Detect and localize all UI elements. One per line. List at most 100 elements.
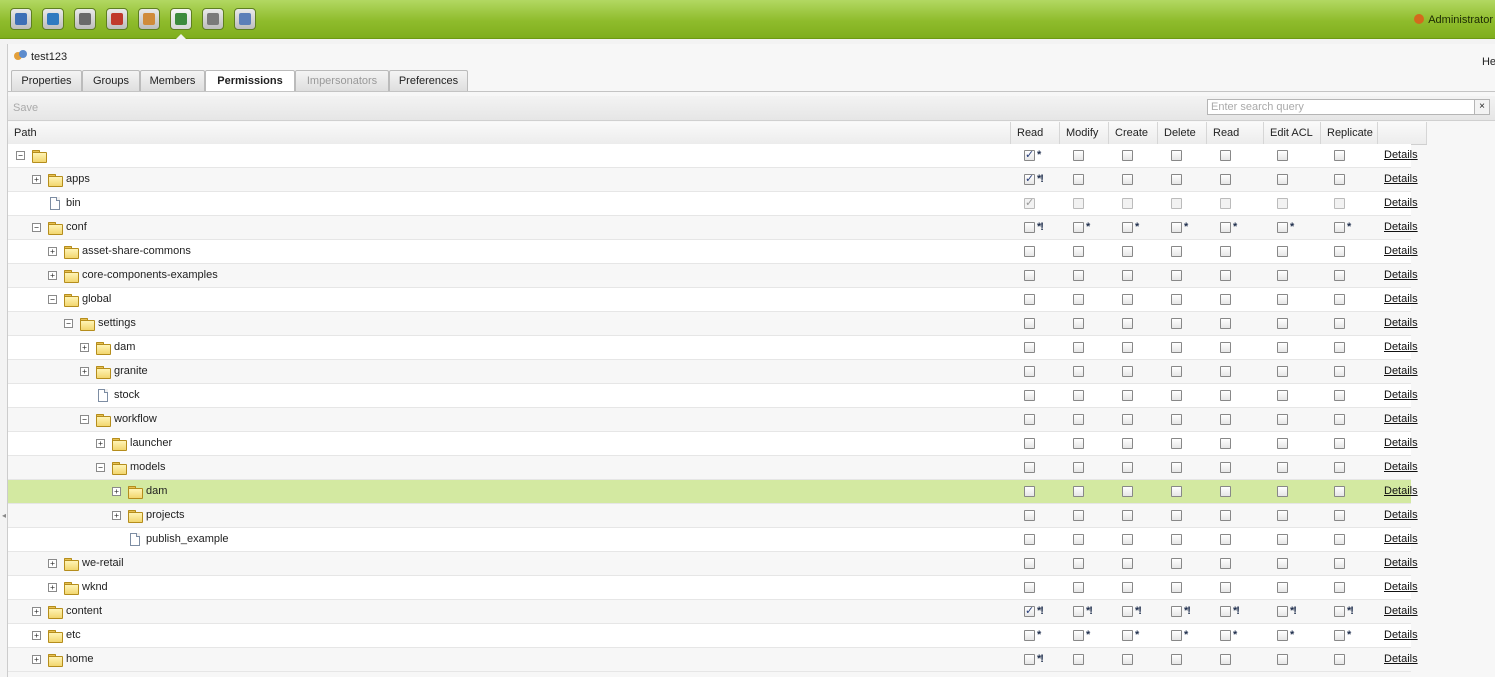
replicate-checkbox[interactable]: [1334, 606, 1345, 617]
node-label[interactable]: stock: [114, 389, 140, 401]
tab-preferences[interactable]: Preferences: [389, 70, 468, 91]
read-acl-checkbox[interactable]: [1220, 438, 1231, 449]
tree-row[interactable]: stock Details: [8, 384, 1418, 408]
read-checkbox[interactable]: [1024, 222, 1035, 233]
read-checkbox[interactable]: [1024, 438, 1035, 449]
create-checkbox[interactable]: [1122, 294, 1133, 305]
replicate-checkbox[interactable]: [1334, 414, 1345, 425]
delete-checkbox[interactable]: [1171, 366, 1182, 377]
edit-acl-checkbox[interactable]: [1277, 606, 1288, 617]
read-checkbox[interactable]: [1024, 366, 1035, 377]
delete-checkbox[interactable]: [1171, 510, 1182, 521]
tab-properties[interactable]: Properties: [11, 70, 82, 91]
create-checkbox[interactable]: [1122, 462, 1133, 473]
details-link[interactable]: Details: [1384, 269, 1418, 281]
gear-button[interactable]: [202, 8, 224, 30]
create-checkbox[interactable]: [1122, 654, 1133, 665]
collapse-icon[interactable]: −: [96, 463, 105, 472]
edit-acl-checkbox[interactable]: [1277, 486, 1288, 497]
tree-row[interactable]: publish_example Details: [8, 528, 1418, 552]
binoculars-button[interactable]: [74, 8, 96, 30]
node-label[interactable]: projects: [146, 509, 185, 521]
read-acl-checkbox[interactable]: [1220, 414, 1231, 425]
tree-row[interactable]: + apps *! Details: [8, 168, 1418, 192]
tree-row[interactable]: − workflow Details: [8, 408, 1418, 432]
delete-checkbox[interactable]: [1171, 534, 1182, 545]
details-link[interactable]: Details: [1384, 389, 1418, 401]
create-checkbox[interactable]: [1122, 390, 1133, 401]
create-checkbox[interactable]: [1122, 606, 1133, 617]
expand-icon[interactable]: +: [48, 247, 57, 256]
node-label[interactable]: workflow: [114, 413, 157, 425]
delete-checkbox[interactable]: [1171, 150, 1182, 161]
node-label[interactable]: models: [130, 461, 165, 473]
edit-acl-checkbox[interactable]: [1277, 558, 1288, 569]
replicate-checkbox[interactable]: [1334, 366, 1345, 377]
delete-checkbox[interactable]: [1171, 174, 1182, 185]
modify-checkbox[interactable]: [1073, 534, 1084, 545]
edit-acl-checkbox[interactable]: [1277, 438, 1288, 449]
delete-checkbox[interactable]: [1171, 462, 1182, 473]
modify-checkbox[interactable]: [1073, 246, 1084, 257]
read-acl-checkbox[interactable]: [1220, 294, 1231, 305]
tree-row[interactable]: + launcher Details: [8, 432, 1418, 456]
create-checkbox[interactable]: [1122, 222, 1133, 233]
read-checkbox[interactable]: [1024, 582, 1035, 593]
read-acl-checkbox[interactable]: [1220, 366, 1231, 377]
tree-row[interactable]: + projects Details: [8, 504, 1418, 528]
create-checkbox[interactable]: [1122, 438, 1133, 449]
modify-checkbox[interactable]: [1073, 366, 1084, 377]
expand-icon[interactable]: +: [112, 487, 121, 496]
user-menu[interactable]: Administrator: [1414, 14, 1493, 26]
delete-checkbox[interactable]: [1171, 342, 1182, 353]
node-label[interactable]: publish_example: [146, 533, 229, 545]
read-checkbox[interactable]: [1024, 462, 1035, 473]
replicate-checkbox[interactable]: [1334, 294, 1345, 305]
replicate-checkbox[interactable]: [1334, 462, 1345, 473]
create-checkbox[interactable]: [1122, 558, 1133, 569]
create-checkbox[interactable]: [1122, 510, 1133, 521]
modify-checkbox[interactable]: [1073, 438, 1084, 449]
node-label[interactable]: global: [82, 293, 111, 305]
modify-checkbox[interactable]: [1073, 342, 1084, 353]
replicate-checkbox[interactable]: [1334, 654, 1345, 665]
read-acl-checkbox[interactable]: [1220, 390, 1231, 401]
expand-icon[interactable]: +: [32, 631, 41, 640]
read-checkbox[interactable]: [1024, 390, 1035, 401]
details-link[interactable]: Details: [1384, 245, 1418, 257]
users-button[interactable]: [170, 8, 192, 30]
node-label[interactable]: home: [66, 653, 94, 665]
tree-row[interactable]: bin Details: [8, 192, 1418, 216]
create-checkbox[interactable]: [1122, 342, 1133, 353]
clear-search-button[interactable]: ×: [1474, 99, 1490, 115]
read-acl-checkbox[interactable]: [1220, 318, 1231, 329]
read-checkbox[interactable]: [1024, 318, 1035, 329]
node-label[interactable]: launcher: [130, 437, 172, 449]
details-link[interactable]: Details: [1384, 509, 1418, 521]
expand-icon[interactable]: +: [48, 559, 57, 568]
tree-row[interactable]: − * Details: [8, 144, 1418, 168]
create-checkbox[interactable]: [1122, 414, 1133, 425]
node-label[interactable]: apps: [66, 173, 90, 185]
tag-button[interactable]: [234, 8, 256, 30]
read-checkbox[interactable]: [1024, 534, 1035, 545]
modify-checkbox[interactable]: [1073, 654, 1084, 665]
tree-row[interactable]: + granite Details: [8, 360, 1418, 384]
tab-permissions[interactable]: Permissions: [205, 70, 295, 92]
edit-acl-checkbox[interactable]: [1277, 150, 1288, 161]
modify-checkbox[interactable]: [1073, 390, 1084, 401]
details-link[interactable]: Details: [1384, 413, 1418, 425]
read-checkbox[interactable]: [1024, 270, 1035, 281]
tree-row[interactable]: + we-retail Details: [8, 552, 1418, 576]
edit-acl-checkbox[interactable]: [1277, 222, 1288, 233]
read-acl-checkbox[interactable]: [1220, 534, 1231, 545]
details-link[interactable]: Details: [1384, 197, 1418, 209]
details-link[interactable]: Details: [1384, 437, 1418, 449]
details-link[interactable]: Details: [1384, 293, 1418, 305]
envelope-button[interactable]: [138, 8, 160, 30]
node-label[interactable]: dam: [114, 341, 135, 353]
delete-checkbox[interactable]: [1171, 630, 1182, 641]
details-link[interactable]: Details: [1384, 581, 1418, 593]
create-checkbox[interactable]: [1122, 174, 1133, 185]
tree-row[interactable]: + home *! Details: [8, 648, 1418, 672]
